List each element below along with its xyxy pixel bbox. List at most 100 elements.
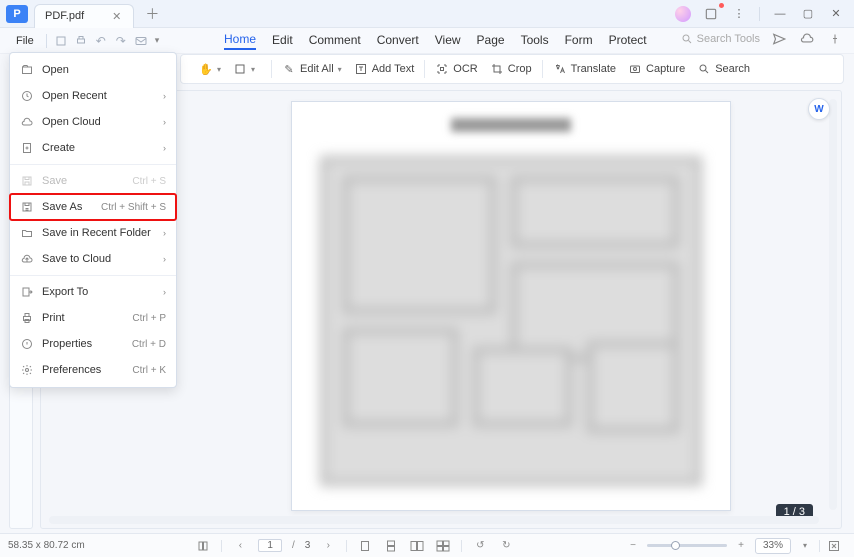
file-menu-label: Preferences <box>42 364 101 376</box>
pdf-page[interactable] <box>291 101 731 511</box>
zoom-value-field[interactable]: 33% <box>755 538 791 554</box>
crop-button[interactable]: Crop <box>486 59 536 79</box>
file-menu-export_to[interactable]: Export To › <box>10 279 176 305</box>
file-menu-label: Open <box>42 64 69 76</box>
file-dropdown-menu: OpenOpen Recent›Open Cloud›Create›SaveCt… <box>9 52 177 388</box>
vertical-scrollbar[interactable] <box>829 99 837 510</box>
hand-tool[interactable]: ✋▾ <box>195 59 225 79</box>
window-close[interactable]: ✕ <box>824 4 848 24</box>
rotate-left-icon[interactable]: ↺ <box>472 539 488 553</box>
search-tools-field[interactable]: Search Tools <box>681 33 760 45</box>
chevron-right-icon: › <box>163 287 166 297</box>
menu-tab-page[interactable]: Page <box>477 33 505 49</box>
mail-quick-icon[interactable] <box>131 32 151 50</box>
save-quick-icon[interactable] <box>51 32 71 50</box>
print-quick-icon[interactable] <box>71 32 91 50</box>
menu-tab-protect[interactable]: Protect <box>609 33 647 49</box>
edit-all-button[interactable]: ✎Edit All▾ <box>278 59 346 79</box>
file-menu-label: Open Recent <box>42 90 107 102</box>
quick-access-dropdown[interactable]: ▾ <box>151 35 164 46</box>
save-icon <box>20 174 34 188</box>
view-continuous-icon[interactable] <box>383 539 399 553</box>
chevron-right-icon: › <box>163 117 166 127</box>
file-menu-label: Print <box>42 312 65 324</box>
file-menu-open_recent[interactable]: Open Recent › <box>10 83 176 109</box>
print-icon <box>20 311 34 325</box>
menu-tab-comment[interactable]: Comment <box>309 33 361 49</box>
create-icon <box>20 141 34 155</box>
file-menu-label: Export To <box>42 286 88 298</box>
file-menu-save_recent_folder[interactable]: Save in Recent Folder › <box>10 220 176 246</box>
file-menu-save_as[interactable]: Save AsCtrl + Shift + S <box>10 194 176 220</box>
search-button[interactable]: Search <box>693 59 754 79</box>
horizontal-scrollbar[interactable] <box>49 516 819 524</box>
translate-button[interactable]: Translate <box>549 59 620 79</box>
file-menu-print[interactable]: Print Ctrl + P <box>10 305 176 331</box>
redo-quick-icon[interactable]: ↷ <box>111 32 131 50</box>
zoom-out-icon[interactable]: − <box>625 539 641 553</box>
add-text-button[interactable]: Add Text <box>350 59 419 79</box>
file-menu-preferences[interactable]: Preferences Ctrl + K <box>10 357 176 383</box>
menu-tab-home[interactable]: Home <box>224 32 256 50</box>
chevron-right-icon: › <box>163 228 166 238</box>
file-menu-open[interactable]: Open <box>10 57 176 83</box>
ocr-button[interactable]: OCR <box>431 59 481 79</box>
notifications-icon[interactable] <box>699 4 723 24</box>
send-icon[interactable] <box>770 31 788 47</box>
select-tool[interactable]: ▾ <box>229 59 259 79</box>
chevron-right-icon: › <box>163 143 166 153</box>
file-menu-label: Save in Recent Folder <box>42 227 151 239</box>
ribbon-toolbar: ✋▾ ▾ ✎Edit All▾ Add Text OCR Crop Transl… <box>180 54 844 84</box>
document-tab[interactable]: PDF.pdf ✕ <box>34 4 134 28</box>
file-menu-create[interactable]: Create› <box>10 135 176 161</box>
page-total: 3 <box>305 540 311 551</box>
zoom-in-icon[interactable]: + <box>733 539 749 553</box>
window-minimize[interactable]: — <box>768 4 792 24</box>
page-current[interactable]: 1 <box>258 539 282 552</box>
view-two-continuous-icon[interactable] <box>435 539 451 553</box>
file-menu-save_cloud[interactable]: Save to Cloud› <box>10 246 176 272</box>
zoom-dropdown-icon[interactable]: ▾ <box>797 539 813 553</box>
capture-button[interactable]: Capture <box>624 59 689 79</box>
shortcut-label: Ctrl + P <box>132 313 166 324</box>
more-icon[interactable]: ⋮ <box>727 4 751 24</box>
menu-tab-convert[interactable]: Convert <box>377 33 419 49</box>
recent-icon <box>20 89 34 103</box>
cloud-up-icon <box>20 252 34 266</box>
shortcut-label: Ctrl + K <box>132 365 166 376</box>
pin-icon[interactable] <box>826 31 844 47</box>
file-menu-save: SaveCtrl + S <box>10 168 176 194</box>
export-icon <box>20 285 34 299</box>
menu-tab-view[interactable]: View <box>435 33 461 49</box>
file-menu-button[interactable]: File <box>8 35 42 47</box>
menu-tab-edit[interactable]: Edit <box>272 33 293 49</box>
shortcut-label: Ctrl + D <box>132 339 166 350</box>
chevron-right-icon: › <box>163 91 166 101</box>
file-menu-open_cloud[interactable]: Open Cloud › <box>10 109 176 135</box>
menu-tab-form[interactable]: Form <box>565 33 593 49</box>
menu-tab-tools[interactable]: Tools <box>521 33 549 49</box>
cloud-icon[interactable] <box>798 31 816 47</box>
tab-title: PDF.pdf <box>45 10 84 22</box>
fit-page-icon[interactable] <box>826 539 842 553</box>
page-prev-icon[interactable]: ‹ <box>232 539 248 553</box>
file-menu-label: Open Cloud <box>42 116 101 128</box>
page-title-blurred <box>451 118 571 132</box>
new-tab-button[interactable]: ＋ <box>142 4 162 24</box>
page-next-icon[interactable]: › <box>320 539 336 553</box>
view-two-page-icon[interactable] <box>409 539 425 553</box>
open-icon <box>20 63 34 77</box>
convert-to-word-badge[interactable]: W <box>808 98 830 120</box>
undo-quick-icon[interactable]: ↶ <box>91 32 111 50</box>
main-menubar: Home Edit Comment Convert View Page Tools Form P… <box>200 30 671 52</box>
file-menu-label: Save to Cloud <box>42 253 111 265</box>
zoom-slider[interactable] <box>647 544 727 547</box>
read-mode-icon[interactable] <box>195 539 211 553</box>
ai-orb-icon[interactable] <box>671 4 695 24</box>
view-single-icon[interactable] <box>357 539 373 553</box>
window-maximize[interactable]: ▢ <box>796 4 820 24</box>
file-menu-properties[interactable]: PropertiesCtrl + D <box>10 331 176 357</box>
rotate-right-icon[interactable]: ↻ <box>498 539 514 553</box>
close-tab-icon[interactable]: ✕ <box>112 10 121 23</box>
file-menu-label: Save <box>42 175 67 187</box>
